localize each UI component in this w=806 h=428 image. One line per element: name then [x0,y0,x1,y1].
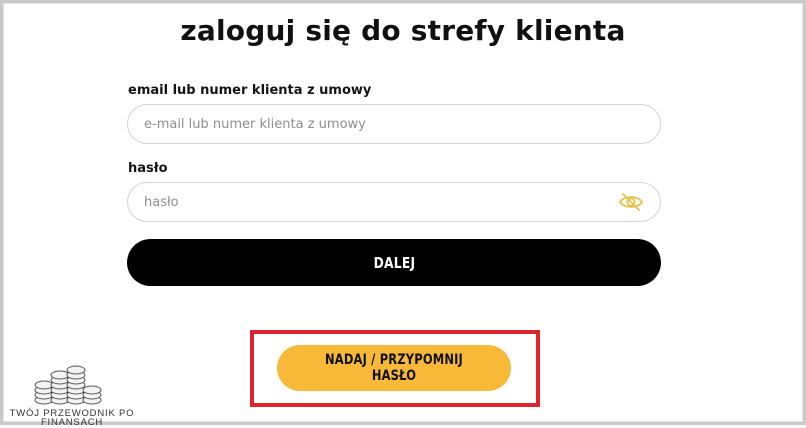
password-label: hasło [128,161,168,176]
next-button[interactable]: DALEJ [127,239,661,286]
coins-stack-icon [34,365,102,405]
password-field[interactable] [127,182,661,222]
eye-slash-icon[interactable] [617,191,645,213]
next-button-label: DALEJ [373,253,415,272]
watermark-logo: TWÓJ PRZEWODNIK PO FINANSACH [2,362,142,428]
set-remind-password-button[interactable]: NADAJ / PRZYPOMNIJ HASŁO [277,345,511,391]
watermark-line2: FINANSACH [40,417,104,428]
eye-slash-glyph [618,193,644,211]
page-title: zaloguj się do strefy klienta [180,14,626,47]
watermark-text: TWÓJ PRZEWODNIK PO FINANSACH [2,409,142,428]
email-label: email lub numer klienta z umowy [128,83,372,98]
forgot-button-label: NADAJ / PRZYPOMNIJ HASŁO [325,352,463,384]
email-field[interactable] [127,104,661,144]
